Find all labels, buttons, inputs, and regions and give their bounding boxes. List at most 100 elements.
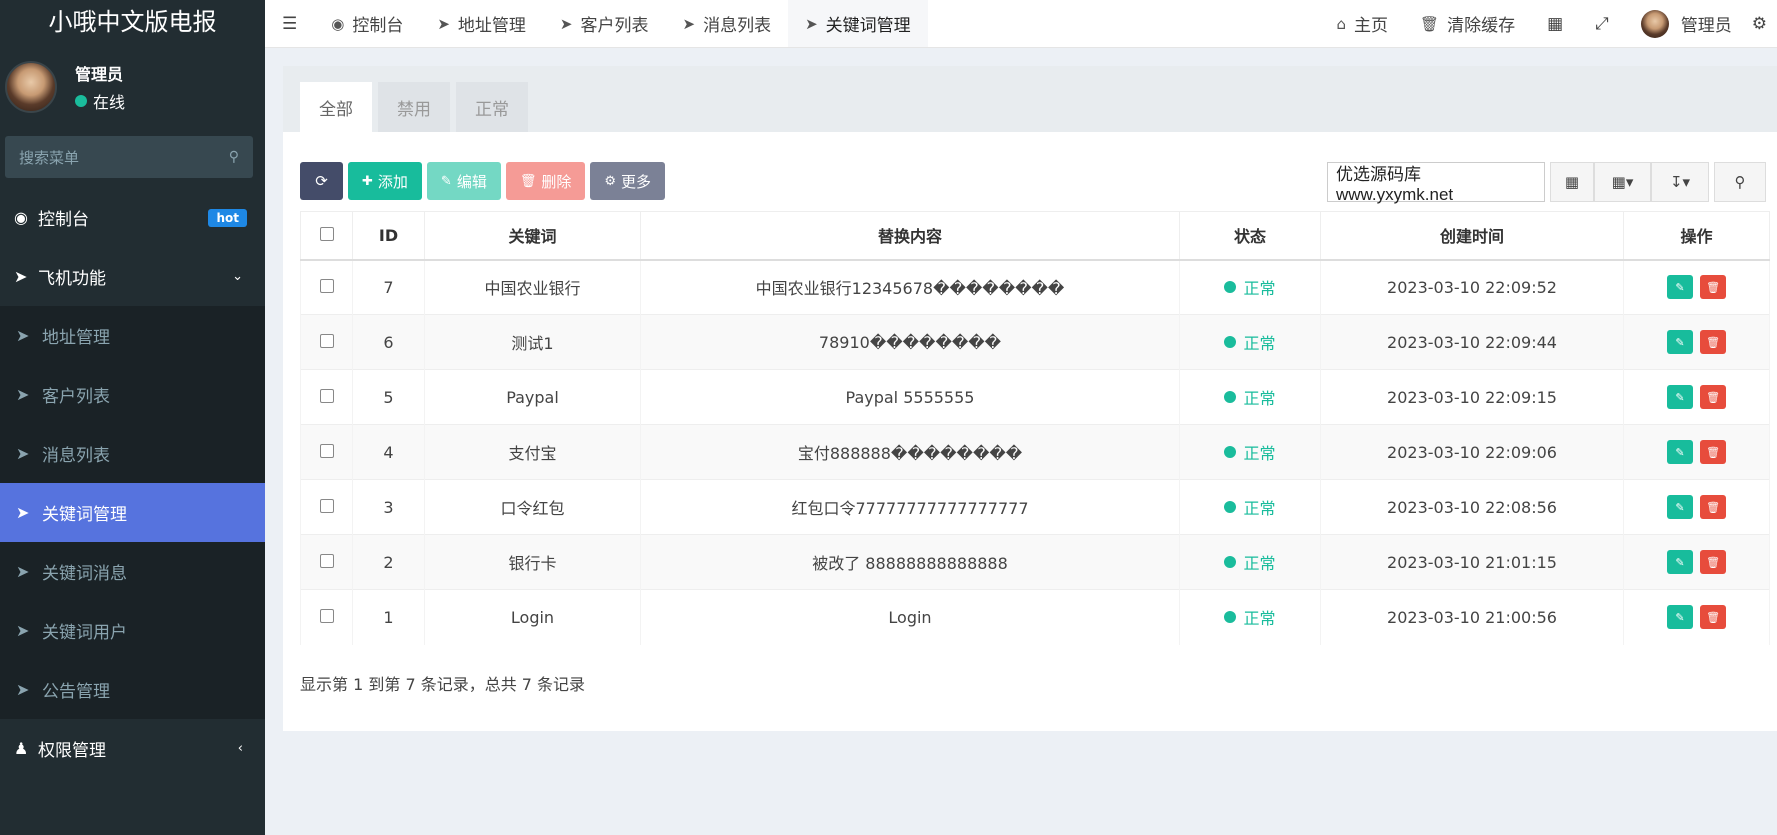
tab-normal[interactable]: 正常 <box>456 82 528 132</box>
row-delete-button[interactable]: 🗑 <box>1700 495 1727 519</box>
add-button[interactable]: ✚ 添加 <box>348 162 422 200</box>
table-row[interactable]: 3 口令红包 红包口令77777777777777777 正常 2023-03-10 2… <box>300 479 1770 535</box>
search-button[interactable]: ⚲ <box>1714 162 1766 202</box>
sidebar-item-keywords[interactable]: ➤ 关键词管理 <box>0 483 265 542</box>
search-icon: ⚲ <box>1734 173 1746 191</box>
cell-ops: ✎ 🗑 <box>1623 534 1770 590</box>
row-checkbox[interactable] <box>319 333 334 348</box>
tab-dashboard[interactable]: ◉ 控制台 <box>314 0 420 47</box>
select-all-checkbox[interactable] <box>319 226 334 241</box>
toggle-view-button[interactable]: ▦ <box>1550 162 1594 202</box>
refresh-button[interactable]: ⟳ <box>300 162 343 200</box>
fullscreen-button[interactable]: ⤢ <box>1579 0 1625 47</box>
export-button[interactable]: ↧▾ <box>1651 162 1709 202</box>
paper-plane-icon: ➤ <box>16 326 30 345</box>
language-button[interactable]: ▦ <box>1531 0 1579 47</box>
sidebar-item-messages[interactable]: ➤ 消息列表 <box>0 424 265 483</box>
sidebar-item-address[interactable]: ➤ 地址管理 <box>0 306 265 365</box>
row-delete-button[interactable]: 🗑 <box>1700 385 1727 409</box>
row-select[interactable] <box>300 479 353 535</box>
status-dot-icon <box>1224 281 1237 294</box>
tab-address[interactable]: ➤ 地址管理 <box>420 0 543 47</box>
user-menu[interactable]: 管理员 <box>1625 0 1748 47</box>
row-select[interactable] <box>300 424 353 480</box>
table-row[interactable]: 2 银行卡 被改了 88888888888888 正常 2023-03-10 21:01… <box>300 534 1770 590</box>
delete-button[interactable]: 🗑 删除 <box>505 162 586 200</box>
row-select[interactable] <box>300 259 353 315</box>
table-row[interactable]: 7 中国农业银行 中国农业银行12345678�������� 正常 2023-03-1… <box>300 259 1770 315</box>
row-edit-button[interactable]: ✎ <box>1666 385 1693 409</box>
status-badge[interactable]: 正常 <box>1224 550 1276 574</box>
menu-toggle-button[interactable]: ☰ <box>265 0 314 47</box>
row-delete-button[interactable]: 🗑 <box>1700 440 1727 464</box>
dashboard-icon: ◉ <box>331 14 345 33</box>
sidebar-item-dashboard[interactable]: ◉ 控制台 hot <box>0 188 265 247</box>
menu-search-input[interactable]: 搜索菜单 ⚲ <box>5 136 253 178</box>
cell-created: 2023-03-10 22:09:44 <box>1320 314 1624 370</box>
table-search-input[interactable]: 优选源码库 www.yxymk.net <box>1327 162 1545 204</box>
sidebar-item-customers[interactable]: ➤ 客户列表 <box>0 365 265 424</box>
row-delete-button[interactable]: 🗑 <box>1700 605 1727 630</box>
row-edit-button[interactable]: ✎ <box>1666 275 1693 300</box>
cell-keyword: 支付宝 <box>424 424 641 480</box>
row-checkbox[interactable] <box>319 388 334 403</box>
chevron-left-icon: ‹ <box>237 741 243 756</box>
row-checkbox[interactable] <box>319 498 334 513</box>
table-row[interactable]: 6 测试1 78910�������� 正常 2023-03-10 22:09:44 ✎ … <box>300 314 1770 370</box>
status-badge[interactable]: 正常 <box>1224 440 1276 464</box>
status-badge[interactable]: 正常 <box>1224 330 1276 354</box>
tab-customers[interactable]: ➤ 客户列表 <box>543 0 666 47</box>
home-link[interactable]: ⌂ 主页 <box>1321 0 1405 47</box>
sidebar-group-plane[interactable]: ➤ 飞机功能 ⌄ <box>0 247 265 306</box>
sidebar-item-announcements[interactable]: ➤ 公告管理 <box>0 660 265 719</box>
row-checkbox[interactable] <box>319 553 334 568</box>
sidebar-item-keyword-users[interactable]: ➤ 关键词用户 <box>0 601 265 660</box>
row-checkbox[interactable] <box>319 443 334 458</box>
cell-ops: ✎ 🗑 <box>1623 424 1770 480</box>
status-badge[interactable]: 正常 <box>1224 275 1276 299</box>
columns-button[interactable]: ▦▾ <box>1594 162 1651 202</box>
search-icon[interactable]: ⚲ <box>229 149 239 165</box>
header-created: 创建时间 <box>1320 211 1624 261</box>
table-row[interactable]: 4 支付宝 宝付888888�������� 正常 2023-03-10 22:09:0… <box>300 424 1770 480</box>
sidebar: 小哦中文版电报 管理员 在线 搜索菜单 ⚲ ◉ 控制台 hot ➤ 飞机功能 ⌄… <box>0 0 265 835</box>
row-checkbox[interactable] <box>319 278 334 293</box>
row-select[interactable] <box>300 589 353 645</box>
clear-cache-button[interactable]: 🗑 清除缓存 <box>1404 0 1531 47</box>
tab-disabled[interactable]: 禁用 <box>378 82 450 132</box>
row-edit-button[interactable]: ✎ <box>1666 330 1693 354</box>
cell-created: 2023-03-10 22:09:52 <box>1320 259 1624 315</box>
paper-plane-icon: ➤ <box>437 14 450 33</box>
sidebar-item-permissions[interactable]: ♟ 权限管理 ‹ <box>0 719 265 778</box>
more-button[interactable]: ⚙ 更多 <box>590 162 666 200</box>
tab-messages[interactable]: ➤ 消息列表 <box>666 0 789 47</box>
row-select[interactable] <box>300 534 353 590</box>
row-edit-button[interactable]: ✎ <box>1666 495 1693 519</box>
row-select[interactable] <box>300 369 353 425</box>
row-edit-button[interactable]: ✎ <box>1666 550 1693 574</box>
row-checkbox[interactable] <box>319 608 334 623</box>
status-badge[interactable]: 正常 <box>1224 495 1276 519</box>
tab-keywords[interactable]: ➤ 关键词管理 <box>788 0 928 47</box>
cell-keyword: Paypal <box>424 369 641 425</box>
table-row[interactable]: 1 Login Login 正常 2023-03-10 21:00:56 ✎ 🗑 <box>300 589 1770 645</box>
cell-id: 5 <box>352 369 425 425</box>
status-badge[interactable]: 正常 <box>1224 385 1276 409</box>
brand-title[interactable]: 小哦中文版电报 <box>0 0 265 38</box>
header-id[interactable]: ID <box>352 211 425 261</box>
row-select[interactable] <box>300 314 353 370</box>
table-row[interactable]: 5 Paypal Paypal 5555555 正常 2023-03-10 22:09:… <box>300 369 1770 425</box>
edit-button[interactable]: ✎ 编辑 <box>426 162 501 200</box>
row-edit-button[interactable]: ✎ <box>1666 440 1693 464</box>
sidebar-item-keyword-messages[interactable]: ➤ 关键词消息 <box>0 542 265 601</box>
row-edit-button[interactable]: ✎ <box>1666 605 1693 630</box>
status-badge[interactable]: 正常 <box>1224 605 1276 629</box>
tab-all[interactable]: 全部 <box>300 82 372 132</box>
paper-plane-icon: ➤ <box>16 503 30 522</box>
settings-button[interactable]: ⚙ <box>1748 0 1777 47</box>
select-all-header[interactable] <box>300 211 353 261</box>
row-delete-button[interactable]: 🗑 <box>1700 550 1727 574</box>
cell-created: 2023-03-10 22:09:15 <box>1320 369 1624 425</box>
row-delete-button[interactable]: 🗑 <box>1700 275 1727 300</box>
row-delete-button[interactable]: 🗑 <box>1700 330 1727 354</box>
